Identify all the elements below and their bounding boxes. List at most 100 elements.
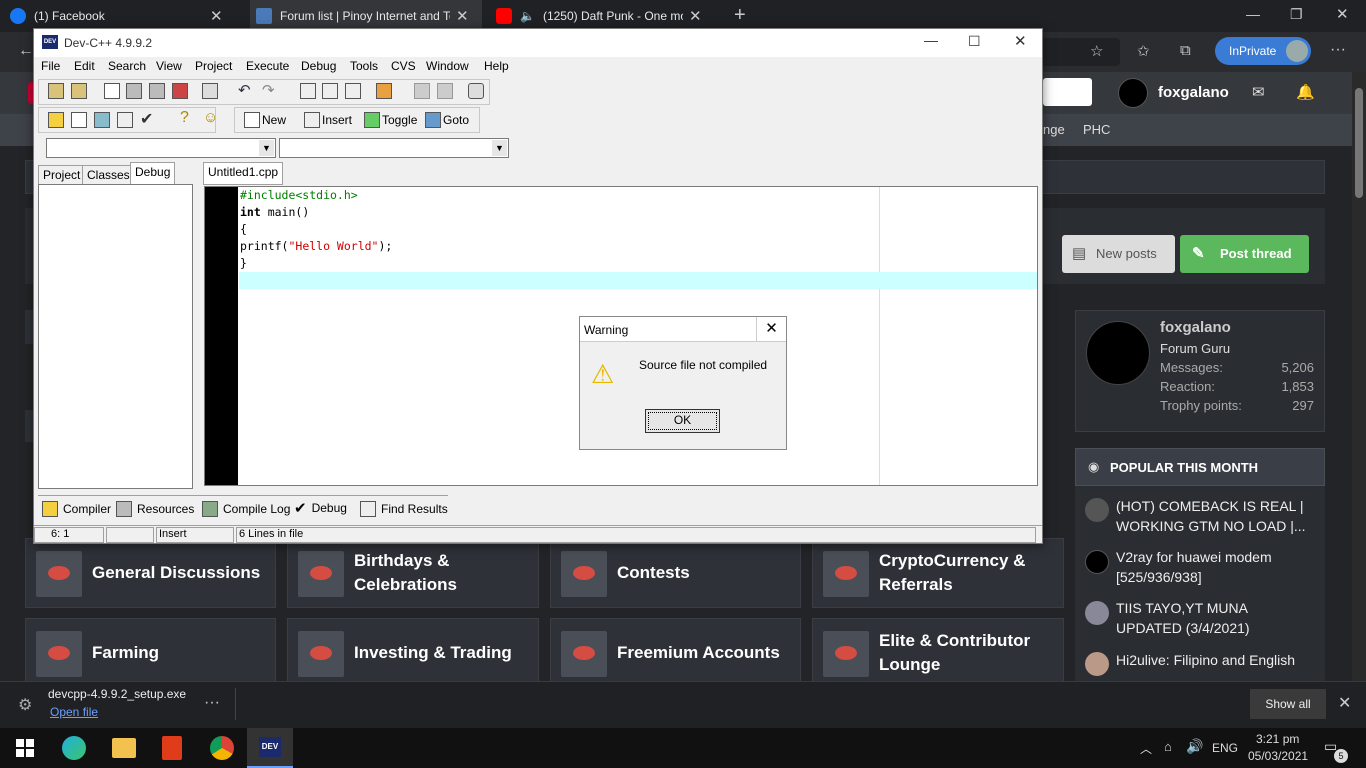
save-all-icon[interactable] [149,83,165,99]
menu-project[interactable]: Project [195,59,232,73]
project-tree[interactable] [38,184,193,489]
clock-date[interactable]: 05/03/2021 [1248,749,1308,763]
user-avatar[interactable] [1118,78,1148,108]
nav-item[interactable]: nge [1043,122,1065,137]
office-icon[interactable] [162,736,182,760]
member-combo[interactable]: ▼ [279,138,509,158]
favorite-add-icon[interactable]: ☆ [1090,42,1103,60]
profile-avatar[interactable] [1086,321,1150,385]
menu-window[interactable]: Window [426,59,469,73]
menu-debug[interactable]: Debug [301,59,336,73]
new-posts-button[interactable]: ▤ New posts [1062,235,1175,273]
compile-run-icon[interactable] [94,112,110,128]
check-icon[interactable]: ✔ [140,109,153,129]
post-thread-button[interactable]: ✎ Post thread [1180,235,1309,273]
minimize-icon[interactable]: — [924,32,938,48]
save-icon[interactable] [126,83,142,99]
start-icon[interactable] [16,739,34,757]
menu-cvs[interactable]: CVS [391,59,416,73]
inbox-icon[interactable]: ✉ [1252,83,1265,101]
close-icon[interactable]: ✕ [756,317,786,341]
bell-icon[interactable]: 🔔 [1296,83,1315,101]
new-button[interactable]: New [262,113,286,127]
replace-icon[interactable] [322,83,338,99]
insert-button[interactable]: Insert [322,113,352,127]
about-icon[interactable]: ☺ [203,109,218,126]
site-search-input[interactable] [1043,78,1092,106]
close-file-icon[interactable] [172,83,188,99]
maximize-icon[interactable]: ☐ [968,33,981,50]
close-window-icon[interactable]: ✕ [1336,5,1349,23]
restore-icon[interactable]: ❐ [1290,6,1303,23]
next-icon[interactable] [437,83,453,99]
ok-button[interactable]: OK [645,409,720,433]
goto-button[interactable]: Goto [443,113,469,127]
chevron-down-icon[interactable]: ▼ [492,140,507,156]
edge-icon[interactable] [62,736,86,760]
new-file-icon[interactable] [104,83,120,99]
scrollbar-thumb[interactable] [1355,88,1363,198]
tab-classes[interactable]: Classes [82,165,135,185]
more-icon[interactable]: ··· [204,694,220,712]
undo-icon[interactable]: ↶ [238,81,251,99]
list-item[interactable]: V2ray for huawei modem [525/936/938] [1116,547,1316,587]
profile-name[interactable]: foxgalano [1160,319,1231,336]
speaker-icon[interactable]: 🔈 [520,9,535,23]
open-file-link[interactable]: Open file [50,705,98,719]
collections-icon[interactable]: ⧉ [1180,42,1191,59]
clock-time[interactable]: 3:21 pm [1256,732,1299,746]
close-tab-icon[interactable]: ✕ [689,7,702,25]
minimize-icon[interactable]: — [1246,6,1260,22]
menu-view[interactable]: View [156,59,182,73]
new-tab-icon[interactable]: + [734,4,746,27]
find-icon[interactable] [300,83,316,99]
close-tab-icon[interactable]: ✕ [210,7,223,25]
options-icon[interactable] [468,83,484,99]
tab-debug-bottom[interactable]: ✔ Debug [294,499,347,517]
menu-file[interactable]: File [41,59,60,73]
tab-find-results[interactable]: Find Results [360,501,448,517]
forum-tile[interactable]: Contests [550,538,801,608]
class-combo[interactable]: ▼ [46,138,276,158]
favorites-icon[interactable]: ✩ [1137,42,1150,60]
forum-tile[interactable]: CryptoCurrency & Referrals [812,538,1064,608]
inprivate-badge[interactable]: InPrivate [1215,37,1311,65]
address-field-end[interactable] [1040,38,1120,66]
menu-edit[interactable]: Edit [74,59,95,73]
list-item[interactable]: (HOT) COMEBACK IS REAL | WORKING GTM NO … [1116,496,1316,536]
show-all-button[interactable]: Show all [1250,689,1326,719]
forum-tile[interactable]: Freemium Accounts [550,618,801,688]
goto-line-icon[interactable] [376,83,392,99]
volume-icon[interactable]: 🔊 [1186,738,1203,755]
compile-icon[interactable] [48,112,64,128]
taskbar-devcpp[interactable]: DEV [247,728,293,768]
list-item[interactable]: TIIS TAYO,YT MUNA UPDATED (3/4/2021) [1116,598,1316,638]
run-icon[interactable] [71,112,87,128]
redo-icon[interactable]: ↷ [262,81,275,99]
language-indicator[interactable]: ENG [1212,741,1238,755]
username-link[interactable]: foxgalano [1158,84,1229,101]
forum-tile[interactable]: Birthdays & Celebrations [287,538,539,608]
print-icon[interactable] [202,83,218,99]
chevron-up-icon[interactable]: ︿ [1140,740,1152,757]
open-project-icon[interactable] [48,83,64,99]
open-file-icon[interactable] [71,83,87,99]
help-icon[interactable]: ? [180,109,189,127]
menu-tools[interactable]: Tools [350,59,378,73]
menu-execute[interactable]: Execute [246,59,289,73]
toggle-button[interactable]: Toggle [382,113,417,127]
prev-icon[interactable] [414,83,430,99]
forum-tile[interactable]: Investing & Trading [287,618,539,688]
page-scrollbar[interactable] [1352,72,1366,681]
list-item[interactable]: Hi2ulive: Filipino and English [1116,650,1316,670]
file-explorer-icon[interactable] [112,738,136,758]
tab-compiler[interactable]: Compiler [42,501,111,517]
chrome-icon[interactable] [210,736,234,760]
menu-help[interactable]: Help [484,59,509,73]
close-tab-icon[interactable]: ✕ [456,7,469,25]
tab-resources[interactable]: Resources [116,501,194,517]
find-next-icon[interactable] [345,83,361,99]
menu-search[interactable]: Search [108,59,146,73]
forum-tile[interactable]: General Discussions [25,538,276,608]
more-icon[interactable]: ··· [1330,41,1346,59]
